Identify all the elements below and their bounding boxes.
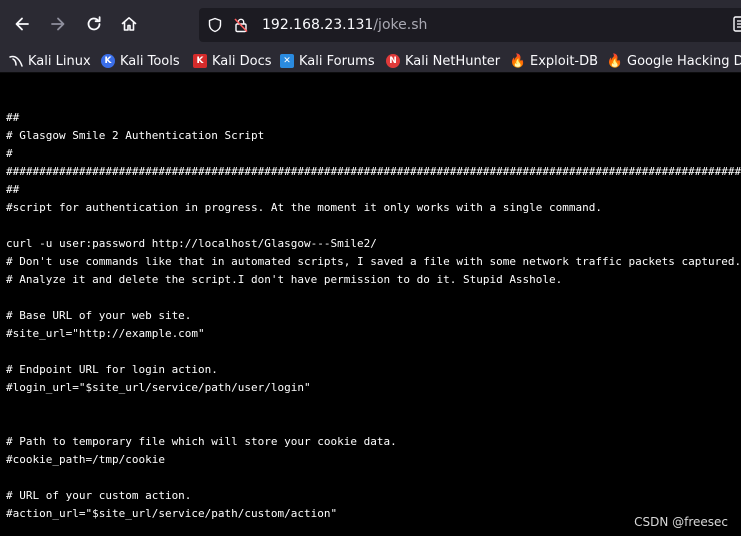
code-line: # Don't use commands like that in automa… [6,255,741,268]
home-icon [121,17,137,31]
reload-button[interactable] [80,10,108,38]
exploit-db-icon: 🔥 [509,53,527,69]
kali-docs-icon: K [193,54,207,68]
code-line: # Base URL of your web site. [6,309,192,322]
bookmark-kali-forums[interactable]: ✕ Kali Forums [280,52,375,70]
shield-icon[interactable] [207,17,223,33]
bookmark-label: Exploit-DB [530,53,599,69]
bookmarks-toolbar: Kali Linux K Kali Tools K Kali Docs ✕ Ka… [0,50,741,73]
bookmark-label: Kali Tools [120,53,180,69]
code-line: # [6,147,13,160]
code-line: ## [6,111,20,124]
bookmark-kali-tools[interactable]: K Kali Tools [101,52,180,70]
bookmark-exploit-db[interactable]: 🔥 Exploit-DB [509,52,599,70]
home-button[interactable] [115,10,143,38]
arrow-right-icon [51,17,65,31]
code-line: # Analyze it and delete the script.I don… [6,273,563,286]
kali-dragon-icon [9,54,23,68]
arrow-left-icon [15,17,29,31]
bookmark-kali-nethunter[interactable]: N Kali NetHunter [386,52,500,70]
bookmark-label: Google Hacking D [627,53,741,69]
bookmark-label: Kali Docs [212,53,272,69]
bookmark-google-hacking-db[interactable]: 🔥 Google Hacking D [606,52,741,70]
code-line: #site_url="http://example.com" [6,327,205,340]
page-content: ## # Glasgow Smile 2 Authentication Scri… [0,73,741,536]
reload-icon [87,16,101,31]
script-text: ## # Glasgow Smile 2 Authentication Scri… [6,109,741,523]
kali-forums-icon: ✕ [280,54,294,68]
code-line: # Endpoint URL for login action. [6,363,218,376]
url-path: /joke.sh [373,17,428,33]
code-line: ########################################… [6,165,741,178]
kali-nethunter-icon: N [386,54,400,68]
bookmark-label: Kali Forums [299,53,375,69]
code-line: # URL of your custom action. [6,489,192,502]
watermark: CSDN @freesec [634,515,728,529]
code-line: #cookie_path=/tmp/cookie [6,453,165,466]
code-line: ## [6,183,20,196]
code-line: #script for authentication in progress. … [6,201,603,214]
code-line: # Path to temporary file which will stor… [6,435,397,448]
bookmark-kali-docs[interactable]: K Kali Docs [193,52,272,70]
bookmark-label: Kali Linux [28,53,91,69]
bookmark-label: Kali NetHunter [405,53,501,69]
back-button[interactable] [8,10,36,38]
kali-tools-icon: K [101,54,115,68]
code-line: # Glasgow Smile 2 Authentication Script [6,129,265,142]
url-host: 192.168.23.131 [262,17,374,33]
url-bar[interactable]: 192.168.23.131/joke.sh [199,8,741,42]
code-line: #login_url="$site_url/service/path/user/… [6,381,311,394]
url-text[interactable]: 192.168.23.131/joke.sh [262,16,427,34]
code-line: #action_url="$site_url/service/path/cust… [6,507,338,520]
ghdb-icon: 🔥 [606,53,624,69]
insecure-lock-icon[interactable] [233,17,249,33]
browser-toolbar: 192.168.23.131/joke.sh [0,0,741,50]
bookmark-kali-linux[interactable]: Kali Linux [9,52,91,70]
forward-button[interactable] [44,10,72,38]
reader-view-icon[interactable] [733,16,741,32]
code-line: curl -u user:password http://localhost/G… [6,237,377,250]
